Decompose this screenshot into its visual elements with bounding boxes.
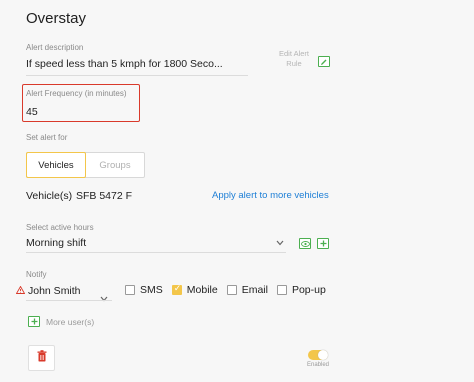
notify-label: Notify bbox=[26, 270, 47, 279]
email-checkbox[interactable] bbox=[226, 285, 237, 295]
alert-description-underline bbox=[26, 75, 248, 76]
alert-frequency-input[interactable]: 45 bbox=[26, 106, 38, 118]
edit-alert-rule-link[interactable]: Edit Alert Rule bbox=[272, 49, 316, 69]
sms-checkbox[interactable] bbox=[125, 285, 135, 295]
mobile-checkbox[interactable] bbox=[171, 283, 182, 295]
vehicles-label: Vehicle(s) bbox=[26, 190, 73, 202]
delete-button[interactable] bbox=[28, 345, 55, 371]
add-more-users-button[interactable]: More user(s) bbox=[28, 316, 94, 327]
sms-label: SMS bbox=[140, 284, 163, 296]
notify-channel-options: SMS Mobile Email Pop-up bbox=[125, 283, 335, 296]
tab-vehicles[interactable]: Vehicles bbox=[26, 152, 86, 178]
alert-frequency-label: Alert Frequency (in minutes) bbox=[26, 89, 127, 98]
apply-more-vehicles-link[interactable]: Apply alert to more vehicles bbox=[212, 190, 329, 201]
active-hours-label: Select active hours bbox=[26, 223, 94, 232]
active-hours-select[interactable]: Morning shift bbox=[26, 237, 86, 249]
alert-description-value: If speed less than 5 kmph for 1800 Seco.… bbox=[26, 58, 223, 70]
edit-alert-rule-text-line2: Rule bbox=[286, 59, 302, 68]
tab-groups[interactable]: Groups bbox=[86, 153, 144, 177]
sms-option[interactable]: SMS bbox=[125, 284, 163, 296]
pencil-icon[interactable] bbox=[318, 56, 330, 67]
mobile-label: Mobile bbox=[186, 284, 218, 296]
enabled-toggle[interactable] bbox=[308, 350, 328, 360]
vehicle-plate: SFB 5472 F bbox=[76, 190, 133, 202]
alert-description-label: Alert description bbox=[26, 43, 84, 52]
user-chevron-down-icon[interactable] bbox=[100, 289, 108, 307]
popup-option[interactable]: Pop-up bbox=[276, 284, 326, 296]
email-option[interactable]: Email bbox=[226, 284, 268, 296]
set-alert-for-label: Set alert for bbox=[26, 133, 68, 142]
plus-icon bbox=[28, 316, 40, 327]
edit-alert-rule-text-line1: Edit Alert bbox=[278, 49, 309, 58]
enabled-label: Enabled bbox=[307, 362, 330, 368]
warning-icon bbox=[15, 285, 26, 296]
notify-user-select[interactable]: John Smith bbox=[28, 285, 81, 297]
eye-icon[interactable] bbox=[299, 238, 311, 249]
email-label: Email bbox=[241, 284, 268, 296]
active-hours-underline bbox=[26, 252, 286, 253]
notify-user-underline bbox=[26, 300, 112, 301]
add-icon[interactable] bbox=[317, 238, 329, 249]
popup-checkbox[interactable] bbox=[276, 285, 287, 295]
more-users-label: More user(s) bbox=[46, 316, 95, 327]
popup-label: Pop-up bbox=[291, 284, 326, 296]
page-title: Overstay bbox=[26, 10, 87, 27]
alert-target-segmented-control: Vehicles Groups bbox=[26, 152, 145, 178]
chevron-down-icon[interactable] bbox=[276, 238, 284, 248]
trash-icon bbox=[37, 349, 47, 367]
mobile-option[interactable]: Mobile bbox=[171, 283, 218, 296]
